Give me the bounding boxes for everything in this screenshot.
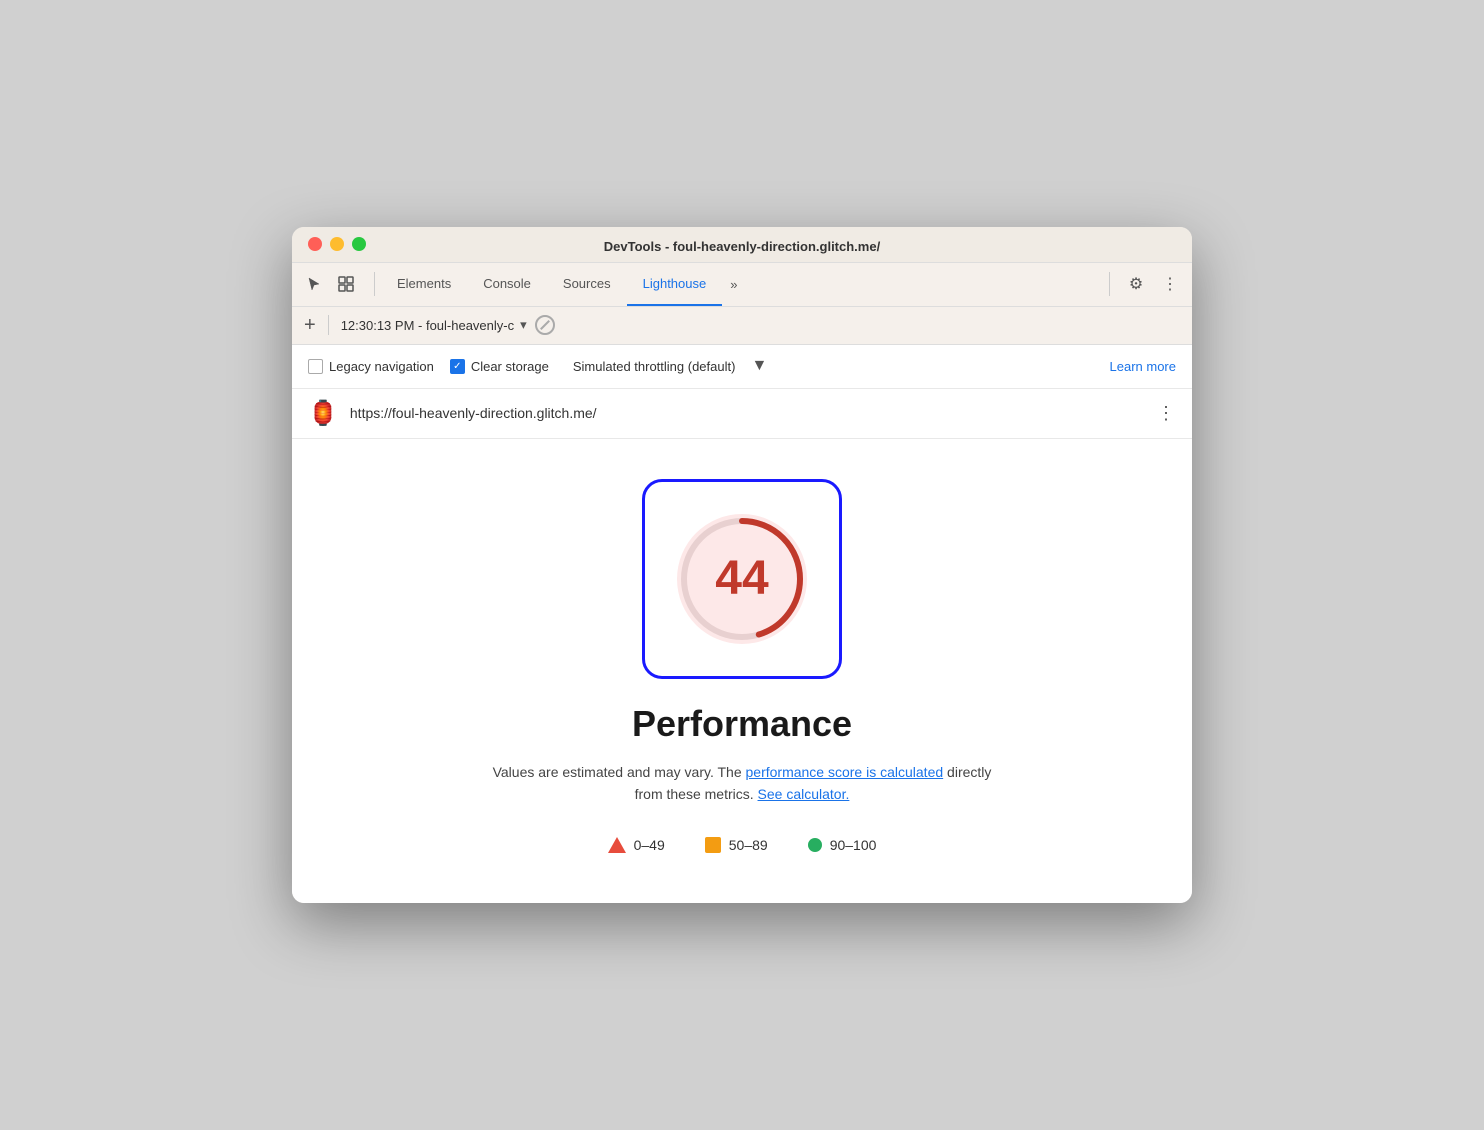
low-score-range: 0–49 [634, 837, 665, 853]
tabs-list: Elements Console Sources Lighthouse » [381, 263, 1103, 306]
legacy-nav-label: Legacy navigation [329, 359, 434, 374]
legend-mid: 50–89 [705, 837, 768, 853]
recording-dropdown[interactable]: ▾ [520, 317, 527, 333]
toolbar-divider-right [1109, 272, 1110, 296]
second-divider [328, 315, 329, 335]
tab-elements[interactable]: Elements [381, 263, 467, 306]
cursor-icon[interactable] [300, 270, 328, 298]
tab-lighthouse[interactable]: Lighthouse [627, 263, 723, 306]
options-bar: Legacy navigation ✓ Clear storage Simula… [292, 345, 1192, 389]
target-url: https://foul-heavenly-direction.glitch.m… [350, 405, 1145, 421]
learn-more-group: Learn more [1110, 359, 1176, 374]
url-bar: 🏮 https://foul-heavenly-direction.glitch… [292, 389, 1192, 439]
add-recording-button[interactable]: + [304, 315, 316, 335]
toolbar-icons [300, 270, 360, 298]
lighthouse-icon: 🏮 [308, 399, 338, 428]
throttling-label: Simulated throttling (default) [573, 359, 736, 374]
mid-score-icon [705, 837, 721, 853]
inspect-icon[interactable] [332, 270, 360, 298]
description-prefix: Values are estimated and may vary. The [493, 764, 746, 780]
no-entry-icon[interactable] [535, 315, 555, 335]
main-content: 44 Performance Values are estimated and … [292, 439, 1192, 904]
url-bar-more-icon[interactable]: ⋮ [1157, 403, 1176, 424]
minimize-button[interactable] [330, 237, 344, 251]
low-score-icon [608, 837, 626, 853]
toolbar-divider [374, 272, 375, 296]
settings-icon[interactable]: ⚙ [1122, 270, 1150, 298]
tab-console[interactable]: Console [467, 263, 547, 306]
high-score-icon [808, 838, 822, 852]
more-options-icon[interactable]: ⋮ [1156, 270, 1184, 298]
devtools-toolbar: Elements Console Sources Lighthouse » ⚙ … [292, 263, 1192, 307]
description-text: Values are estimated and may vary. The p… [492, 761, 992, 806]
close-button[interactable] [308, 237, 322, 251]
learn-more-link[interactable]: Learn more [1110, 359, 1176, 374]
score-circle: 44 [677, 514, 807, 644]
perf-score-link[interactable]: performance score is calculated [746, 764, 944, 780]
throttling-dropdown-icon[interactable]: ▼ [751, 357, 767, 375]
legend-high: 90–100 [808, 837, 877, 853]
score-legend: 0–49 50–89 90–100 [608, 837, 877, 853]
devtools-window: DevTools - foul-heavenly-direction.glitc… [292, 227, 1192, 904]
performance-title: Performance [632, 703, 852, 745]
more-tabs-button[interactable]: » [722, 263, 745, 306]
recording-entry: 12:30:13 PM - foul-heavenly-c ▾ [341, 317, 527, 333]
maximize-button[interactable] [352, 237, 366, 251]
toolbar-right: ⚙ ⋮ [1103, 270, 1184, 298]
window-title: DevTools - foul-heavenly-direction.glitc… [604, 239, 880, 254]
recording-label: 12:30:13 PM - foul-heavenly-c [341, 318, 514, 333]
high-score-range: 90–100 [830, 837, 877, 853]
tab-sources[interactable]: Sources [547, 263, 627, 306]
legend-low: 0–49 [608, 837, 665, 853]
clear-storage-label: Clear storage [471, 359, 549, 374]
clear-storage-group[interactable]: ✓ Clear storage [450, 359, 549, 374]
calculator-link[interactable]: See calculator. [758, 786, 850, 802]
window-controls [308, 237, 366, 251]
score-gauge: 44 [642, 479, 842, 679]
legacy-nav-checkbox[interactable] [308, 359, 323, 374]
mid-score-range: 50–89 [729, 837, 768, 853]
clear-storage-checkbox[interactable]: ✓ [450, 359, 465, 374]
title-bar: DevTools - foul-heavenly-direction.glitc… [292, 227, 1192, 263]
legacy-nav-group[interactable]: Legacy navigation [308, 359, 434, 374]
second-toolbar: + 12:30:13 PM - foul-heavenly-c ▾ [292, 307, 1192, 345]
